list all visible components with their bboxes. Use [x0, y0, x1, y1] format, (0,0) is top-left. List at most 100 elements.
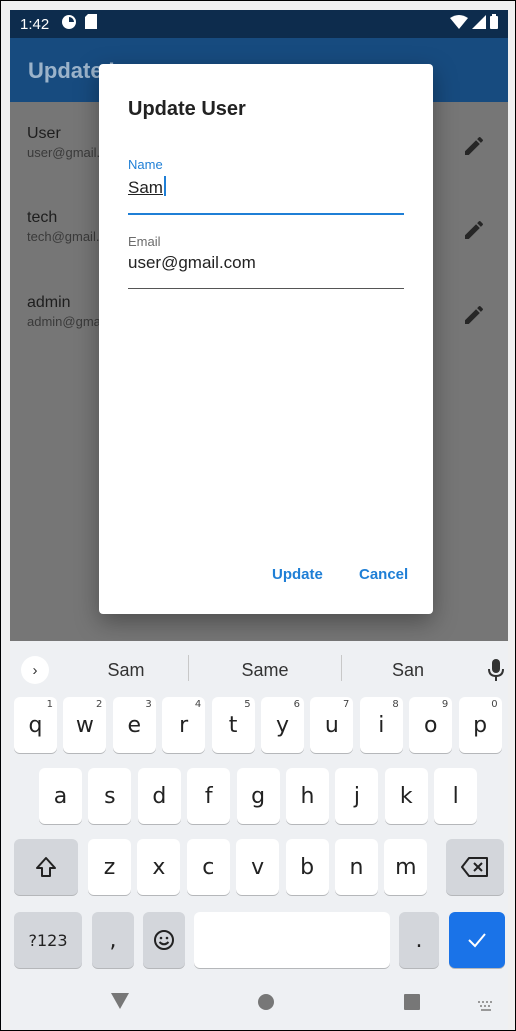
key-e[interactable]: e3 — [112, 697, 156, 753]
key-label: y — [275, 712, 290, 738]
suggestion-divider — [188, 655, 189, 681]
key-label: g — [251, 783, 266, 809]
user-email: tech@gmail.com — [27, 229, 107, 244]
user-name: User — [27, 125, 61, 142]
dialog-title: Update User — [128, 98, 246, 120]
key-f[interactable]: f — [187, 768, 231, 824]
suggestion-item[interactable]: Same — [215, 660, 315, 681]
key-p[interactable]: p0 — [458, 697, 502, 753]
period-key[interactable]: . — [399, 912, 439, 968]
key-label: x — [152, 854, 166, 880]
key-z[interactable]: z — [88, 839, 131, 895]
name-field-underline — [128, 213, 404, 215]
key-label: c — [202, 854, 215, 880]
key-x[interactable]: x — [137, 839, 181, 895]
home-icon[interactable] — [257, 993, 275, 1016]
list-item[interactable]: User user@gmail.com — [27, 125, 107, 160]
soft-keyboard: › Sam Same San ?123 , . q 1 w 2 e 3 r 4 … — [10, 641, 508, 979]
key-hint: 4 — [194, 699, 202, 710]
user-email: admin@gmail.com — [27, 314, 107, 329]
comma-key[interactable]: , — [92, 912, 134, 968]
suggestion-item[interactable]: Sam — [76, 660, 176, 681]
battery-icon — [490, 14, 498, 34]
key-label: b — [300, 854, 315, 880]
list-item[interactable]: admin admin@gmail.com — [27, 294, 107, 329]
key-hint: 2 — [96, 699, 103, 710]
signal-icon — [472, 14, 486, 34]
key-label: k — [399, 783, 413, 809]
key-k[interactable]: k — [384, 768, 428, 824]
key-label: s — [104, 783, 116, 809]
key-d[interactable]: d — [137, 768, 181, 824]
backspace-key[interactable] — [446, 839, 504, 895]
key-h[interactable]: h — [286, 768, 329, 824]
key-label: j — [353, 783, 360, 809]
space-key[interactable] — [194, 912, 390, 968]
key-c[interactable]: c — [186, 839, 230, 895]
name-field[interactable]: Name Sam — [128, 157, 404, 215]
symbols-key[interactable]: ?123 — [14, 912, 82, 968]
edit-icon[interactable] — [462, 134, 486, 158]
key-b[interactable]: b — [285, 839, 329, 895]
chevron-right-icon[interactable]: › — [21, 656, 49, 684]
suggestion-divider — [341, 655, 342, 681]
key-v[interactable]: v — [236, 839, 280, 895]
key-l[interactable]: l — [434, 768, 478, 824]
update-button[interactable]: Update — [272, 566, 323, 583]
name-field-label: Name — [128, 157, 163, 172]
enter-key[interactable] — [449, 912, 505, 968]
suggestion-item[interactable]: San — [358, 660, 458, 681]
key-s[interactable]: s — [88, 768, 132, 824]
key-w[interactable]: w2 — [63, 697, 107, 753]
key-label: h — [300, 783, 315, 809]
data-saver-icon — [61, 14, 77, 35]
key-m[interactable]: m — [384, 839, 428, 895]
phone-screen: 1:42 Update User User user@gmail.com — [0, 0, 516, 1031]
key-j[interactable]: j — [335, 768, 379, 824]
key-o[interactable]: o9 — [409, 697, 453, 753]
key-label: u — [324, 712, 339, 738]
list-item[interactable]: tech tech@gmail.com — [27, 209, 107, 244]
user-name: tech — [27, 209, 58, 226]
key-label: p — [473, 712, 488, 738]
key-q[interactable]: q1 — [14, 697, 57, 753]
key-label: q — [28, 712, 43, 738]
recents-icon[interactable] — [404, 994, 420, 1015]
key-hint: 3 — [145, 699, 152, 710]
keyboard-switch-icon[interactable] — [478, 998, 494, 1016]
key-label: d — [152, 783, 167, 809]
key-u[interactable]: u7 — [310, 697, 354, 753]
name-input[interactable]: Sam — [128, 178, 163, 197]
back-icon[interactable] — [111, 993, 129, 1014]
status-time: 1:42 — [20, 15, 50, 33]
email-input[interactable]: user@gmail.com — [128, 253, 404, 273]
key-label: v — [251, 854, 265, 880]
key-hint: 8 — [392, 699, 399, 710]
key-label: r — [179, 712, 189, 738]
key-label: l — [452, 783, 459, 809]
key-t[interactable]: t5 — [211, 697, 255, 753]
email-field[interactable]: Email user@gmail.com — [128, 234, 404, 289]
key-hint: 0 — [491, 699, 498, 710]
key-hint: 9 — [441, 699, 449, 710]
key-i[interactable]: i8 — [359, 697, 403, 753]
wifi-icon — [450, 14, 468, 34]
key-label: m — [395, 854, 417, 880]
microphone-icon[interactable] — [486, 657, 506, 683]
key-g[interactable]: g — [236, 768, 280, 824]
key-hint: 7 — [343, 699, 350, 710]
edit-icon[interactable] — [462, 218, 486, 242]
user-name: admin — [27, 294, 71, 311]
key-y[interactable]: y6 — [261, 697, 304, 753]
key-label: a — [53, 783, 68, 809]
key-r[interactable]: r4 — [162, 697, 206, 753]
key-a[interactable]: a — [39, 768, 82, 824]
cancel-button[interactable]: Cancel — [359, 566, 408, 583]
edit-icon[interactable] — [462, 303, 486, 327]
key-n[interactable]: n — [335, 839, 378, 895]
shift-key[interactable] — [14, 839, 78, 895]
key-hint: 6 — [293, 699, 300, 710]
status-bar: 1:42 — [10, 10, 508, 38]
emoji-key[interactable] — [143, 912, 185, 968]
text-cursor — [163, 176, 166, 196]
